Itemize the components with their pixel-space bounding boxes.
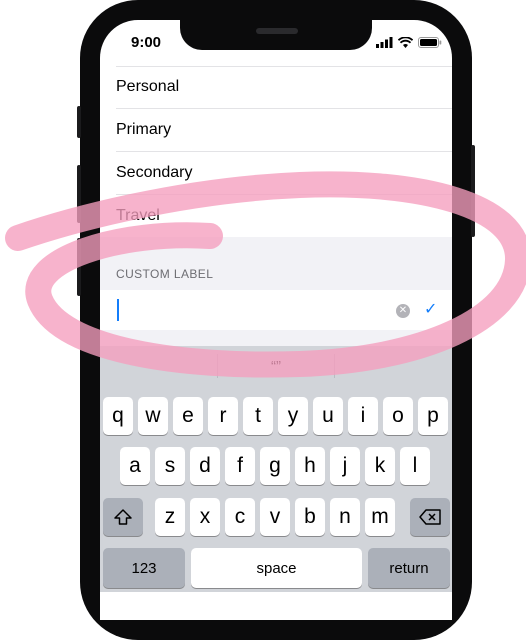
- mute-switch: [77, 106, 81, 138]
- key-y[interactable]: y: [278, 397, 308, 435]
- key-v[interactable]: v: [260, 498, 290, 536]
- volume-up-button: [77, 165, 81, 223]
- key-c[interactable]: c: [225, 498, 255, 536]
- backspace-icon: [419, 509, 441, 525]
- battery-icon: [418, 37, 442, 48]
- delete-key[interactable]: [410, 498, 450, 536]
- shift-key[interactable]: [103, 498, 143, 536]
- key-m[interactable]: m: [365, 498, 395, 536]
- list-item-label: Primary: [116, 121, 172, 138]
- key-p[interactable]: p: [418, 397, 448, 435]
- prediction-left[interactable]: [100, 346, 217, 386]
- key-q[interactable]: q: [103, 397, 133, 435]
- key-d[interactable]: d: [190, 447, 220, 485]
- list-item-secondary[interactable]: Secondary: [100, 152, 452, 194]
- numbers-key[interactable]: 123: [103, 548, 185, 588]
- key-r[interactable]: r: [208, 397, 238, 435]
- key-j[interactable]: j: [330, 447, 360, 485]
- key-i[interactable]: i: [348, 397, 378, 435]
- volume-down-button: [77, 238, 81, 296]
- key-f[interactable]: f: [225, 447, 255, 485]
- confirm-checkmark-icon[interactable]: ✓: [424, 299, 437, 319]
- cellular-signal-icon: [376, 37, 393, 48]
- key-x[interactable]: x: [190, 498, 220, 536]
- key-s[interactable]: s: [155, 447, 185, 485]
- list-item-label: Personal: [116, 78, 180, 95]
- key-n[interactable]: n: [330, 498, 360, 536]
- notch: [180, 20, 372, 50]
- status-icons: [376, 37, 442, 48]
- key-e[interactable]: e: [173, 397, 203, 435]
- predictive-bar: “”: [100, 346, 452, 386]
- key-h[interactable]: h: [295, 447, 325, 485]
- key-t[interactable]: t: [243, 397, 273, 435]
- shift-arrow-icon: [114, 509, 132, 525]
- prediction-right[interactable]: [335, 346, 452, 386]
- list-item-personal[interactable]: Personal: [100, 66, 452, 108]
- key-k[interactable]: k: [365, 447, 395, 485]
- space-key[interactable]: space: [191, 548, 362, 588]
- key-o[interactable]: o: [383, 397, 413, 435]
- wifi-icon: [398, 37, 413, 48]
- key-g[interactable]: g: [260, 447, 290, 485]
- power-button: [471, 145, 475, 237]
- section-gap: [100, 237, 452, 291]
- key-u[interactable]: u: [313, 397, 343, 435]
- clear-text-icon[interactable]: ✕: [396, 304, 410, 318]
- list-item-travel[interactable]: Travel: [100, 195, 452, 237]
- list-item-label: Secondary: [116, 164, 193, 181]
- return-key[interactable]: return: [368, 548, 450, 588]
- earpiece-speaker: [256, 28, 298, 34]
- prediction-center[interactable]: “”: [218, 346, 335, 386]
- list-item-label: Travel: [116, 207, 160, 224]
- custom-label-section-title: CUSTOM LABEL: [116, 267, 214, 281]
- section-gap-bottom: [100, 330, 452, 346]
- custom-label-input-row[interactable]: ✕ ✓: [100, 290, 452, 330]
- key-z[interactable]: z: [155, 498, 185, 536]
- status-time: 9:00: [131, 34, 162, 51]
- text-cursor: [117, 299, 119, 321]
- key-l[interactable]: l: [400, 447, 430, 485]
- key-b[interactable]: b: [295, 498, 325, 536]
- key-w[interactable]: w: [138, 397, 168, 435]
- list-item-primary[interactable]: Primary: [100, 109, 452, 151]
- key-a[interactable]: a: [120, 447, 150, 485]
